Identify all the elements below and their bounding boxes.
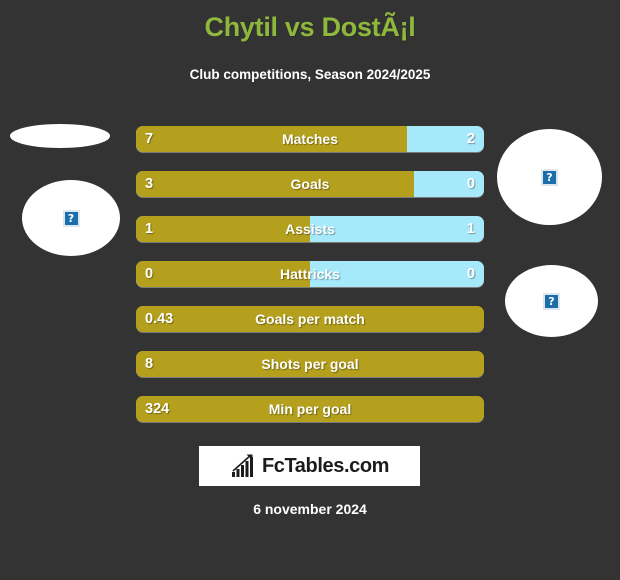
stat-value-right: 0 <box>466 266 475 282</box>
fctables-logo[interactable]: FcTables.com <box>199 446 420 486</box>
comparison-bar-chart: 7 Matches 2 3 Goals 0 1 Assists 1 0 Hattricks 0 0.43… <box>136 126 484 441</box>
player-photo-placeholder-left-bottom: ? <box>22 180 120 256</box>
bar-chart-arrow-icon <box>231 454 253 477</box>
broken-image-icon: ? <box>62 209 80 227</box>
stat-label: Goals <box>290 176 330 192</box>
stat-value-right: 2 <box>466 131 475 147</box>
stat-label: Shots per goal <box>261 356 359 372</box>
player-photo-placeholder-right-bottom: ? <box>505 265 598 337</box>
stat-label: Goals per match <box>255 311 365 327</box>
stat-bar-row: 8 Shots per goal <box>136 351 484 377</box>
stat-bar-row: 324 Min per goal <box>136 396 484 422</box>
stat-value-right: 1 <box>466 221 475 237</box>
fctables-logo-text: FcTables.com <box>261 454 390 477</box>
page-subtitle: Club competitions, Season 2024/2025 <box>189 67 431 82</box>
stat-bar-row: 1 Assists 1 <box>136 216 484 242</box>
footer-date: 6 november 2024 <box>253 501 367 517</box>
player-photo-placeholder-left-top <box>10 124 110 148</box>
broken-image-icon: ? <box>541 168 558 186</box>
page-title: Chytil vs DostÃ¡l <box>204 12 416 42</box>
header: Chytil vs DostÃ¡l Club competitions, Sea… <box>0 0 620 83</box>
stat-label: Min per goal <box>268 401 352 417</box>
stat-bar-row: 0.43 Goals per match <box>136 306 484 332</box>
stat-bar-row: 7 Matches 2 <box>136 126 484 152</box>
broken-image-icon: ? <box>543 292 560 310</box>
player-photo-placeholder-right-top: ? <box>497 129 602 225</box>
stat-label: Matches <box>281 131 339 147</box>
stat-bar-row: 0 Hattricks 0 <box>136 261 484 287</box>
stat-label: Hattricks <box>280 266 340 282</box>
stat-label: Assists <box>285 221 335 237</box>
stat-value-right: 0 <box>466 176 475 192</box>
stat-bar-row: 3 Goals 0 <box>136 171 484 197</box>
